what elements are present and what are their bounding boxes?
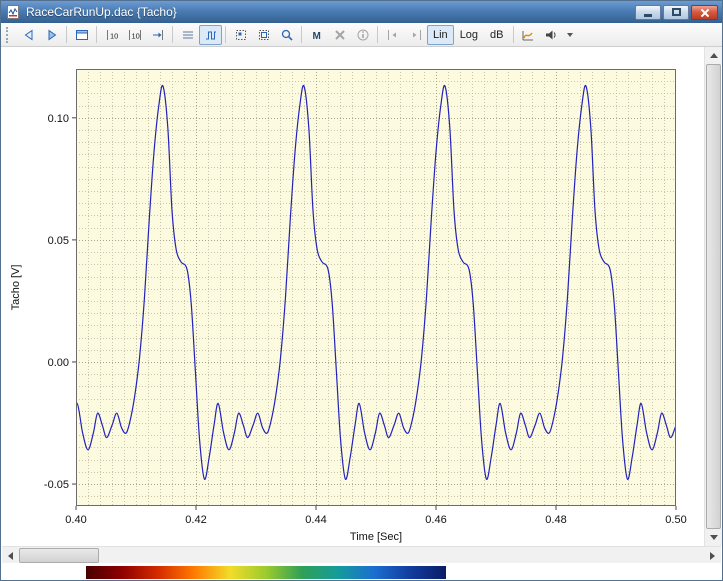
toolbar-separator xyxy=(66,26,67,43)
scale-x10-icon: 10 xyxy=(104,27,120,43)
x-tick-label: 0.40 xyxy=(65,514,86,526)
svg-text:M: M xyxy=(312,31,320,42)
log-button[interactable]: Log xyxy=(454,25,484,45)
toolbar-separator xyxy=(301,26,302,43)
db-button[interactable]: dB xyxy=(484,25,509,45)
export-plot-icon xyxy=(520,27,536,43)
x-tick-label: 0.48 xyxy=(545,514,566,526)
marker-right-button[interactable] xyxy=(404,25,427,45)
minimize-button[interactable] xyxy=(635,5,661,20)
waveform-display-button[interactable] xyxy=(199,25,222,45)
previous-button[interactable] xyxy=(17,25,40,45)
toolbar-separator xyxy=(172,26,173,43)
scale-div10-button[interactable]: 10 xyxy=(123,25,146,45)
x-tick-label: 0.50 xyxy=(665,514,686,526)
close-button[interactable] xyxy=(691,5,718,20)
cursor-step-button[interactable] xyxy=(146,25,169,45)
cursor-m-button[interactable]: M xyxy=(305,25,328,45)
waveform-display-icon xyxy=(203,27,219,43)
background-window-strip xyxy=(2,563,721,580)
window-title: RaceCarRunUp.dac {Tacho} xyxy=(26,5,635,19)
y-axis-label: Tacho [V] xyxy=(10,265,22,311)
toolbar-separator xyxy=(96,26,97,43)
speaker-icon xyxy=(543,27,559,43)
scroll-right-button[interactable] xyxy=(704,547,721,564)
zoom-box-icon xyxy=(233,27,249,43)
x-axis-label: Time [Sec] xyxy=(350,531,402,543)
toolbar-separator xyxy=(225,26,226,43)
magnifier-icon xyxy=(279,27,295,43)
chevron-down-icon xyxy=(567,33,573,37)
window-display-icon xyxy=(74,27,90,43)
zoom-box-button[interactable] xyxy=(229,25,252,45)
app-icon xyxy=(5,4,21,20)
y-tick-label: 0.10 xyxy=(48,113,69,125)
x-tick-label: 0.46 xyxy=(425,514,446,526)
speaker-button[interactable] xyxy=(540,25,563,45)
delete-x-icon xyxy=(332,27,348,43)
svg-text:10: 10 xyxy=(131,31,139,40)
x-tick-label: 0.42 xyxy=(185,514,206,526)
arrow-right-icon xyxy=(710,552,715,560)
next-icon xyxy=(44,27,60,43)
title-bar[interactable]: RaceCarRunUp.dac {Tacho} xyxy=(1,1,722,23)
cursor-m-icon: M xyxy=(309,27,325,43)
delete-x-button[interactable] xyxy=(328,25,351,45)
spectrogram-strip xyxy=(86,566,446,579)
horizontal-scroll-thumb[interactable] xyxy=(19,548,99,563)
magnifier-button[interactable] xyxy=(275,25,298,45)
scroll-left-button[interactable] xyxy=(2,547,19,564)
export-plot-button[interactable] xyxy=(517,25,540,45)
maximize-icon xyxy=(672,8,681,16)
cursor-step-icon xyxy=(150,27,166,43)
marker-left-icon xyxy=(385,27,401,43)
marker-right-icon xyxy=(408,27,424,43)
marker-left-button[interactable] xyxy=(381,25,404,45)
x-tick-label: 0.44 xyxy=(305,514,326,526)
lin-label: Lin xyxy=(433,29,448,41)
next-button[interactable] xyxy=(40,25,63,45)
grid-lines-button[interactable] xyxy=(176,25,199,45)
toolbar-separator xyxy=(377,26,378,43)
scale-div10-icon: 10 xyxy=(127,27,143,43)
lin-button[interactable]: Lin xyxy=(427,25,454,45)
scale-x10-button[interactable]: 10 xyxy=(100,25,123,45)
application-window: RaceCarRunUp.dac {Tacho} 10 xyxy=(0,0,723,581)
minimize-icon xyxy=(644,14,652,17)
log-label: Log xyxy=(460,29,478,41)
y-tick-label: -0.05 xyxy=(44,479,69,491)
info-icon xyxy=(355,27,371,43)
db-label: dB xyxy=(490,29,503,41)
arrow-down-icon xyxy=(710,535,718,540)
arrow-up-icon xyxy=(710,53,718,58)
vertical-scrollbar[interactable] xyxy=(704,47,721,546)
window-display-button[interactable] xyxy=(70,25,93,45)
toolbar: 10 10 xyxy=(1,23,722,47)
zoom-select-button[interactable] xyxy=(252,25,275,45)
svg-text:10: 10 xyxy=(110,31,118,40)
zoom-select-icon xyxy=(256,27,272,43)
chart[interactable]: 0.40 0.42 0.44 0.46 0.48 0.50 0.10 0.05 0.00 -0.0… xyxy=(5,47,695,546)
scroll-down-button[interactable] xyxy=(705,529,722,546)
y-tick-label: 0.00 xyxy=(48,357,69,369)
y-tick-label: 0.05 xyxy=(48,235,69,247)
plot-area[interactable] xyxy=(76,69,676,506)
chart-panel: 0.40 0.42 0.44 0.46 0.48 0.50 0.10 0.05 0.00 -0.0… xyxy=(2,47,705,546)
arrow-left-icon xyxy=(8,552,13,560)
horizontal-scrollbar[interactable] xyxy=(2,546,721,563)
maximize-button[interactable] xyxy=(663,5,689,20)
vertical-scroll-thumb[interactable] xyxy=(706,64,721,529)
info-button[interactable] xyxy=(351,25,374,45)
scroll-up-button[interactable] xyxy=(705,47,722,64)
close-icon xyxy=(700,8,709,17)
toolbar-separator xyxy=(513,26,514,43)
grid-lines-icon xyxy=(180,27,196,43)
toolbar-overflow-button[interactable] xyxy=(563,25,577,45)
toolbar-grip[interactable] xyxy=(6,27,12,43)
previous-icon xyxy=(21,27,37,43)
